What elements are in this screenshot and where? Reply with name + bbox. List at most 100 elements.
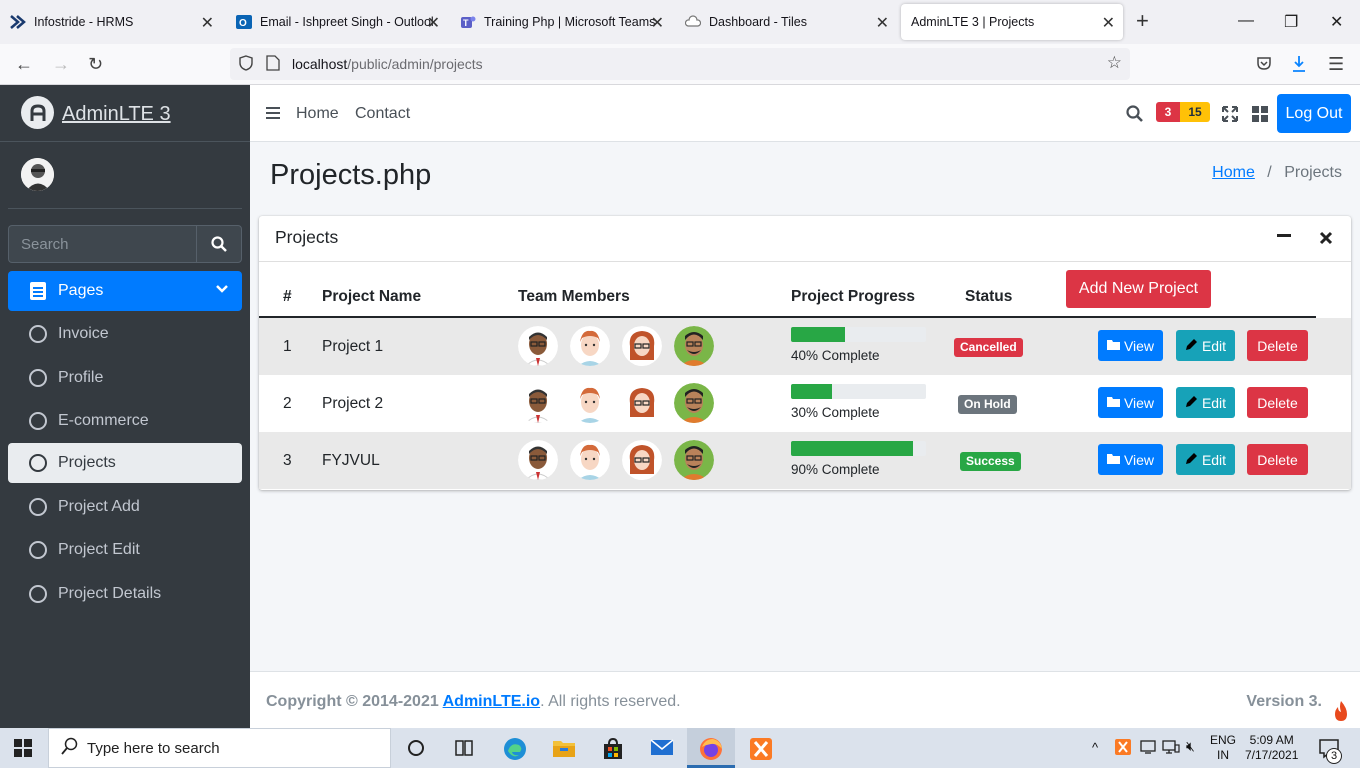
taskbar-search-placeholder: Type here to search — [87, 739, 220, 757]
footer-link[interactable]: AdminLTE.io — [443, 693, 540, 710]
view-label: View — [1123, 394, 1155, 411]
nav-link-home[interactable]: Home — [296, 105, 339, 123]
hamburger-icon[interactable] — [266, 107, 280, 109]
progress-text: 30% Complete — [791, 405, 880, 420]
th-large-icon[interactable] — [1252, 106, 1268, 127]
reload-icon[interactable]: ↻ — [88, 54, 103, 75]
sidebar-item-ecommerce[interactable]: E-commerce — [8, 401, 242, 441]
forward-icon[interactable]: → — [52, 54, 70, 75]
team-member-avatar — [518, 326, 558, 366]
menu-icon[interactable]: ☰ — [1328, 54, 1344, 75]
delete-button[interactable]: Delete — [1247, 330, 1308, 361]
network-icon[interactable] — [1162, 739, 1180, 755]
windows-start-icon[interactable] — [14, 739, 36, 761]
sidebar-item-project-add[interactable]: Project Add — [8, 487, 242, 527]
edit-label: Edit — [1201, 394, 1227, 411]
back-icon[interactable]: ← — [15, 54, 33, 75]
browser-tab-teams[interactable]: T Training Php | Microsoft Teams ✕ — [450, 4, 672, 40]
notifications-badge[interactable]: 15 — [1180, 102, 1210, 122]
breadcrumb: Home / Projects — [1212, 164, 1342, 182]
remove-icon[interactable] — [1319, 231, 1333, 250]
minimize-icon[interactable]: — — [1238, 12, 1254, 30]
maximize-icon[interactable]: ❐ — [1284, 12, 1298, 32]
store-icon[interactable] — [601, 737, 623, 759]
view-button[interactable]: View — [1098, 330, 1163, 361]
sidebar-search-input[interactable] — [8, 225, 196, 263]
circle-icon — [29, 369, 47, 387]
close-tab-icon[interactable]: ✕ — [876, 13, 889, 33]
edit-button[interactable]: Edit — [1176, 444, 1235, 475]
display-tray-icon[interactable] — [1140, 739, 1156, 755]
volume-muted-icon[interactable]: 🔇︎ — [1186, 739, 1195, 754]
messages-badge[interactable]: 3 — [1156, 102, 1180, 122]
clock-time: 5:09 AM — [1249, 733, 1294, 747]
close-tab-icon[interactable]: ✕ — [651, 13, 664, 33]
sidebar-search-button[interactable] — [196, 225, 242, 263]
download-icon[interactable] — [1291, 55, 1307, 78]
tab-title: Infostride - HRMS — [34, 15, 134, 29]
avatar[interactable] — [21, 158, 54, 191]
pocket-icon[interactable] — [1256, 55, 1272, 76]
breadcrumb-home[interactable]: Home — [1212, 164, 1255, 181]
xampp-icon[interactable] — [749, 737, 772, 760]
row-number: 3 — [283, 452, 292, 469]
sidebar-item-pages[interactable]: Pages — [8, 271, 242, 311]
mail-icon[interactable] — [650, 737, 674, 759]
nav-link-contact[interactable]: Contact — [355, 105, 410, 123]
language-indicator[interactable]: ENG IN — [1210, 733, 1236, 763]
close-tab-icon[interactable]: ✕ — [1102, 13, 1115, 33]
table-row: 3 FYJVUL 90% Complete Success View Edit … — [259, 432, 1351, 489]
search-icon[interactable] — [1126, 105, 1144, 128]
add-new-project-button[interactable]: Add New Project — [1066, 270, 1211, 308]
bookmark-star-icon[interactable]: ☆ — [1107, 53, 1122, 73]
view-button[interactable]: View — [1098, 387, 1163, 418]
browser-tab-outlook[interactable]: O Email - Ishpreet Singh - Outlook ✕ — [226, 4, 448, 40]
url-path: /public/admin/projects — [347, 56, 483, 72]
progress-bar — [791, 441, 926, 456]
sidebar-item-projects[interactable]: Projects — [8, 443, 242, 483]
file-explorer-icon[interactable] — [552, 737, 575, 759]
close-tab-icon[interactable]: ✕ — [427, 13, 440, 33]
browser-tab-projects[interactable]: AdminLTE 3 | Projects ✕ — [901, 4, 1123, 40]
firefox-taskbar-item[interactable] — [687, 728, 735, 768]
adminlte-logo-icon — [21, 96, 54, 129]
page-title: Projects.php — [270, 159, 432, 191]
sidebar-item-profile[interactable]: Profile — [8, 358, 242, 398]
browser-tab-hrms[interactable]: Infostride - HRMS ✕ — [0, 4, 222, 40]
clock[interactable]: 5:09 AM 7/17/2021 — [1245, 733, 1298, 763]
svg-text:O: O — [239, 18, 247, 29]
sidebar-item-invoice[interactable]: Invoice — [8, 314, 242, 354]
collapse-icon[interactable] — [1276, 227, 1292, 248]
delete-button[interactable]: Delete — [1247, 444, 1308, 475]
shield-icon[interactable] — [238, 54, 254, 74]
progress-text: 40% Complete — [791, 348, 880, 363]
card-header: Projects — [259, 216, 1351, 262]
view-button[interactable]: View — [1098, 444, 1163, 475]
sidebar-item-project-details[interactable]: Project Details — [8, 574, 242, 614]
team-member-avatar — [622, 383, 662, 423]
taskbar-search[interactable]: Type here to search — [48, 728, 391, 768]
tray-chevron-up-icon[interactable]: ^ — [1092, 740, 1098, 755]
sidebar-item-label: Project Add — [58, 498, 140, 515]
edit-button[interactable]: Edit — [1176, 330, 1235, 361]
url-bar[interactable]: localhost/public/admin/projects ☆ — [230, 48, 1130, 80]
brand[interactable]: AdminLTE 3 — [0, 85, 250, 142]
search-icon — [211, 236, 227, 252]
close-tab-icon[interactable]: ✕ — [201, 13, 214, 33]
logout-button[interactable]: Log Out — [1277, 94, 1351, 133]
window-close-icon[interactable]: ✕ — [1330, 12, 1343, 32]
brand-text[interactable]: AdminLTE 3 — [62, 103, 171, 126]
new-tab-icon[interactable]: + — [1136, 10, 1149, 32]
delete-button[interactable]: Delete — [1247, 387, 1308, 418]
browser-tab-tiles[interactable]: Dashboard - Tiles ✕ — [675, 4, 897, 40]
xampp-tray-icon[interactable] — [1115, 739, 1131, 755]
edge-icon[interactable] — [503, 737, 526, 760]
sidebar-item-project-edit[interactable]: Project Edit — [8, 530, 242, 570]
progress-bar — [791, 384, 926, 399]
edit-button[interactable]: Edit — [1176, 387, 1235, 418]
task-view-icon[interactable] — [453, 737, 475, 759]
fullscreen-icon[interactable] — [1222, 106, 1238, 127]
cortana-icon[interactable] — [405, 737, 427, 759]
firefox-icon — [699, 737, 722, 760]
column-header-status: Status — [965, 288, 1013, 305]
